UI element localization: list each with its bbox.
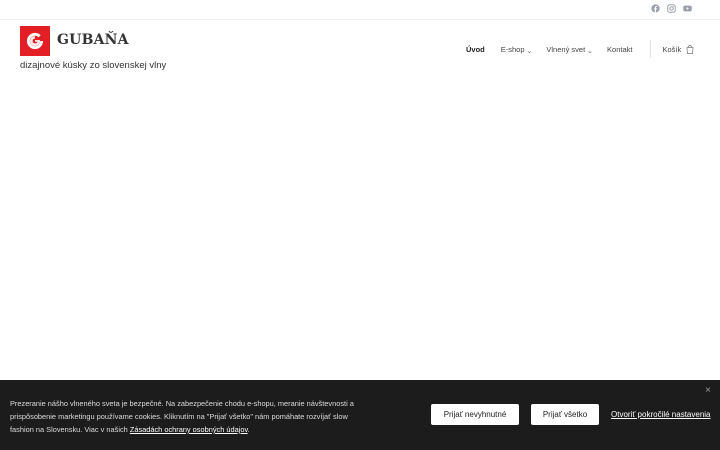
- cookie-banner: × Prezeranie nášho vlneného sveta je bez…: [0, 380, 720, 450]
- brand-tagline: dizajnové kúsky zo slovenskej vlny: [20, 60, 167, 71]
- chevron-down-icon: ⌄: [587, 47, 594, 55]
- cookie-text: Prezeranie nášho vlneného sveta je bezpe…: [10, 397, 360, 436]
- youtube-icon[interactable]: [683, 4, 692, 13]
- nav-item-label: Úvod: [466, 45, 485, 54]
- nav-item-vlneny-svet[interactable]: Vlnený svet ⌄: [546, 45, 594, 55]
- privacy-policy-link[interactable]: Zásadách ochrany osobných údajov: [130, 425, 248, 434]
- nav-item-label: Vlnený svet: [546, 45, 586, 54]
- cart-label: Košík: [662, 45, 682, 54]
- accept-necessary-button[interactable]: Prijať nevyhnutné: [431, 404, 519, 425]
- accept-all-button[interactable]: Prijať všetko: [531, 404, 599, 425]
- cart-link[interactable]: Košík: [662, 45, 694, 54]
- cookie-message-end: .: [247, 425, 250, 434]
- shopping-bag-icon: [686, 45, 694, 54]
- nav-item-label: Kontakt: [607, 45, 633, 54]
- advanced-settings-link[interactable]: Otvoriť pokročilé nastavenia: [611, 410, 711, 419]
- nav-item-eshop[interactable]: E-shop ⌄: [500, 45, 533, 55]
- close-icon[interactable]: ×: [703, 386, 713, 396]
- facebook-icon[interactable]: [651, 4, 660, 13]
- chevron-down-icon: ⌄: [526, 47, 533, 55]
- nav-item-kontakt[interactable]: Kontakt: [607, 45, 632, 54]
- nav-divider: [650, 40, 651, 58]
- logo-g-icon: [20, 26, 50, 56]
- instagram-icon[interactable]: [667, 4, 676, 13]
- nav-item-uvod[interactable]: Úvod: [466, 45, 485, 54]
- brand-name: GUBAŇA: [57, 32, 129, 48]
- nav-item-label: E-shop: [500, 45, 525, 54]
- top-bar: [0, 0, 720, 20]
- social-links: [651, 4, 692, 13]
- main-navigation: Úvod E-shop ⌄ Vlnený svet ⌄ Kontakt Koší…: [466, 40, 694, 58]
